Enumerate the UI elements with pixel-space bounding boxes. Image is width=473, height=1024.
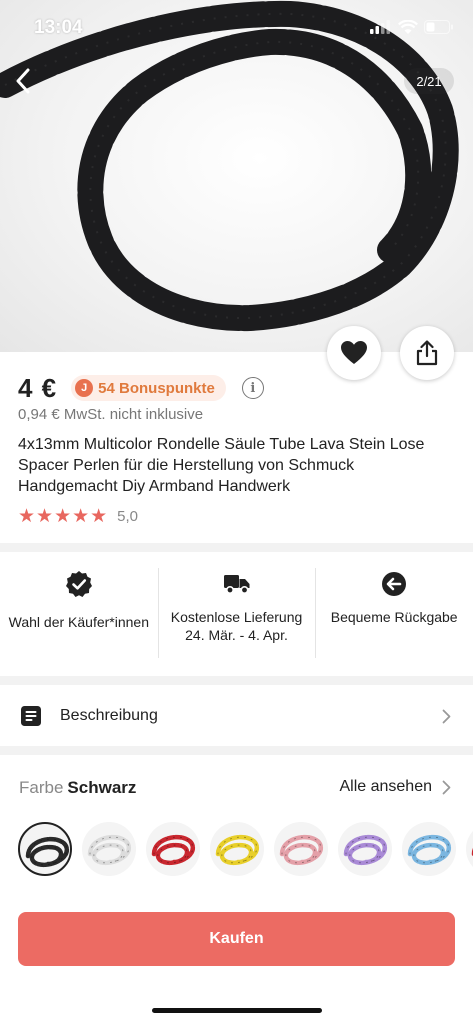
chevron-right-icon: [442, 780, 451, 794]
bead-strand-thumbnail: [151, 834, 195, 866]
bead-strand-thumbnail: [279, 834, 323, 866]
heart-icon: [341, 341, 367, 364]
vat-note: 0,94 € MwSt. nicht inklusive: [18, 406, 204, 423]
section-divider: [0, 543, 473, 552]
bead-strand-thumbnail: [407, 834, 451, 866]
chevron-right-icon: [442, 709, 451, 724]
product-title: 4x13mm Multicolor Rondelle Säule Tube La…: [18, 436, 425, 495]
description-label: Beschreibung: [60, 707, 158, 724]
return-arrow-icon: [381, 570, 407, 598]
chevron-left-icon: [16, 68, 30, 94]
bead-strand-thumbnail: [215, 834, 259, 866]
feature-buyers-choice[interactable]: Wahl der Käufer*innen: [0, 552, 158, 676]
feature-label: Kostenlose Lieferung 24. Mär. - 4. Apr.: [170, 609, 303, 643]
color-heading: Farbe Schwarz: [19, 778, 136, 798]
battery-icon: [424, 20, 453, 34]
features-row: Wahl der Käufer*innen Kostenlose Lieferu…: [0, 552, 473, 676]
star-rating-icon: ★★★★★: [18, 505, 109, 527]
document-icon: [21, 706, 41, 726]
status-bar: 13:04: [0, 0, 473, 56]
share-icon: [416, 340, 438, 366]
price-row: 4 € J 54 Bonuspunkte i: [18, 372, 264, 404]
share-button[interactable]: [400, 326, 454, 380]
bonus-coin-icon: J: [75, 379, 94, 397]
truck-icon: [223, 570, 251, 598]
bead-strand-thumbnail: [87, 834, 131, 866]
verified-badge-icon: [65, 570, 93, 598]
home-indicator: [152, 1008, 322, 1013]
cellular-signal-icon: [370, 20, 390, 34]
back-button[interactable]: [8, 64, 38, 98]
feature-label: Bequeme Rückgabe: [330, 609, 458, 625]
bonus-points-label: 54 Bonuspunkte: [98, 379, 215, 397]
image-counter: 2/21: [404, 68, 454, 94]
color-swatch[interactable]: [82, 822, 136, 876]
product-image[interactable]: 13:04 2/21: [0, 0, 473, 352]
feature-label: Wahl der Käufer*innen: [8, 614, 149, 630]
selected-color: Schwarz: [67, 778, 137, 797]
info-icon[interactable]: i: [241, 377, 264, 399]
color-swatch[interactable]: [18, 822, 72, 876]
color-swatch[interactable]: [466, 822, 473, 876]
see-all-label: Alle ansehen: [339, 778, 432, 795]
status-time: 13:04: [34, 17, 83, 38]
color-swatch[interactable]: [402, 822, 456, 876]
rating-row[interactable]: ★★★★★ 5,0: [18, 505, 139, 527]
color-swatch-list: [18, 820, 473, 880]
feature-free-shipping[interactable]: Kostenlose Lieferung 24. Mär. - 4. Apr.: [157, 552, 316, 676]
color-swatch[interactable]: [146, 822, 200, 876]
feature-easy-returns[interactable]: Bequeme Rückgabe: [315, 552, 473, 676]
bonus-points-badge[interactable]: J 54 Bonuspunkte: [71, 375, 226, 401]
color-swatch[interactable]: [338, 822, 392, 876]
section-divider: [0, 746, 473, 755]
see-all-link[interactable]: Alle ansehen: [339, 778, 451, 796]
wifi-icon: [398, 20, 418, 34]
color-label: Farbe: [19, 778, 64, 797]
color-swatch[interactable]: [210, 822, 264, 876]
rating-value: 5,0: [117, 507, 139, 525]
buy-button[interactable]: Kaufen: [18, 912, 455, 966]
bead-strand-thumbnail: [471, 848, 473, 857]
bead-strand-thumbnail: [343, 834, 387, 866]
color-swatch[interactable]: [274, 822, 328, 876]
bead-strand-thumbnail: [25, 836, 69, 868]
product-price: 4 €: [18, 372, 58, 403]
favorite-button[interactable]: [327, 326, 381, 380]
description-row[interactable]: Beschreibung: [0, 686, 473, 746]
section-divider: [0, 676, 473, 685]
